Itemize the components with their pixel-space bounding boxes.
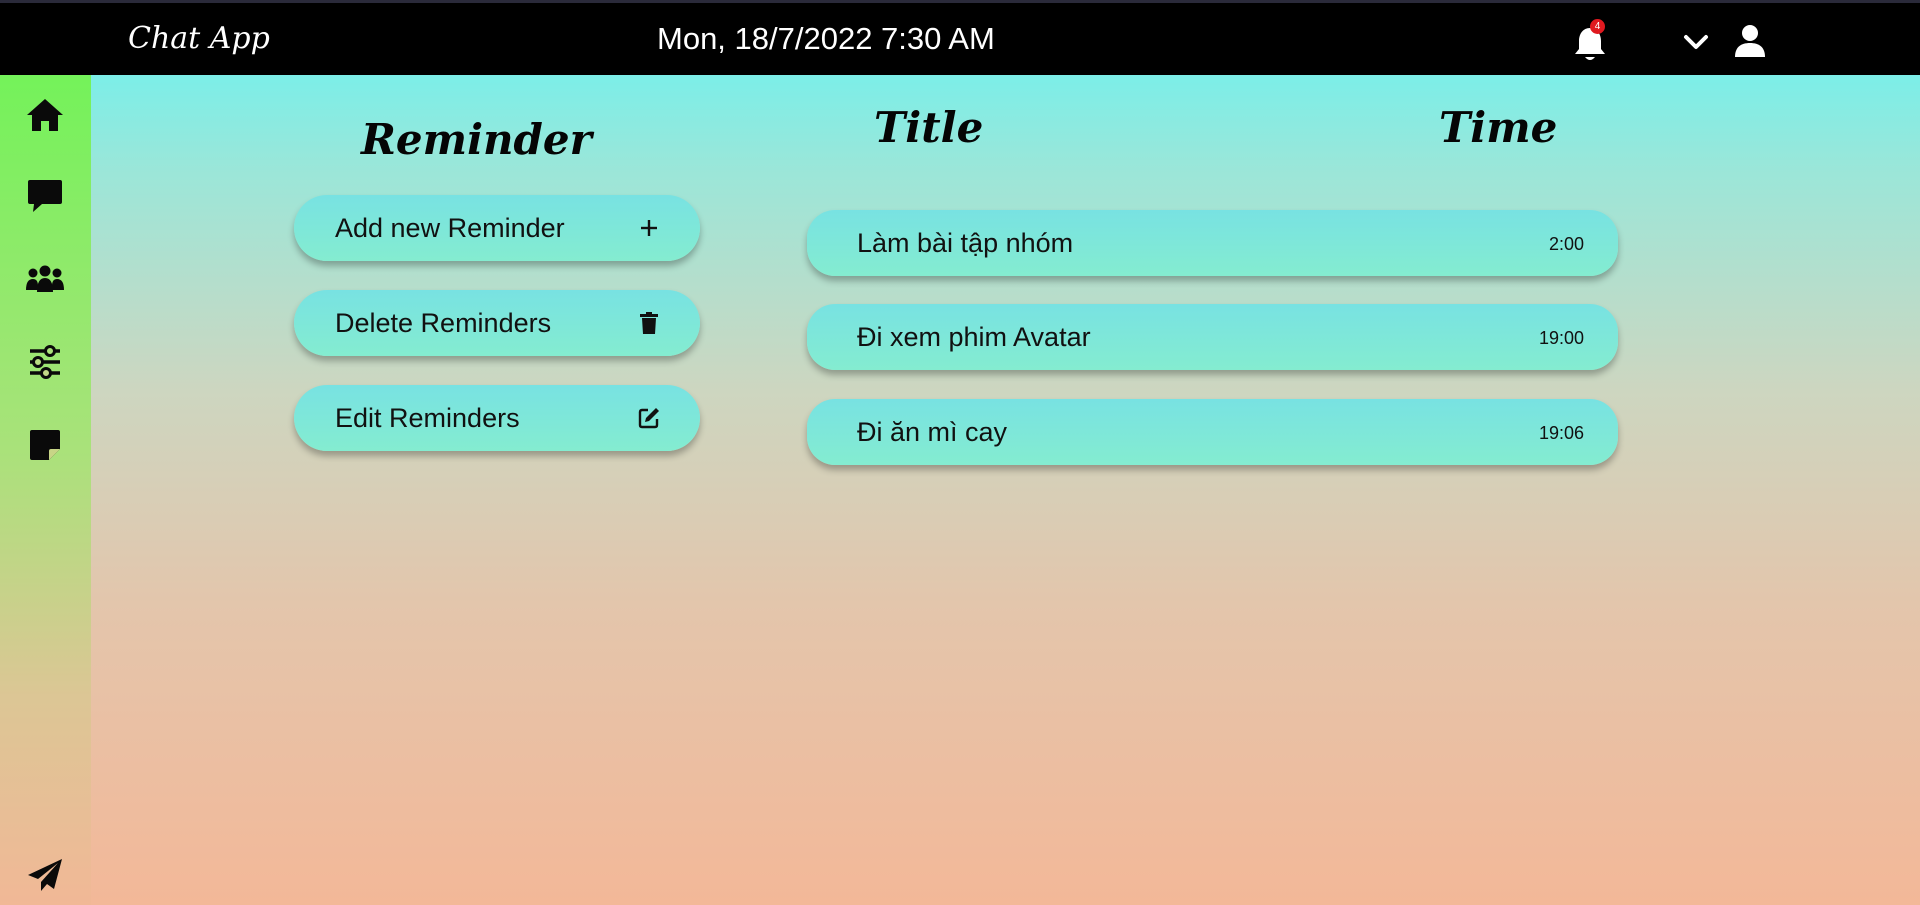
current-datetime: Mon, 18/7/2022 7:30 AM (657, 21, 995, 56)
notification-badge: 4 (1590, 19, 1605, 34)
reminder-title: Đi ăn mì cay (857, 417, 1008, 447)
reminder-time: 19:06 (1538, 423, 1584, 443)
reminder-row[interactable]: Đi ăn mì cay 19:06 (807, 399, 1618, 465)
sidebar (0, 75, 91, 905)
reminder-heading: Reminder (361, 115, 592, 164)
user-avatar-icon[interactable] (1733, 23, 1767, 59)
sticky-note-icon[interactable] (24, 425, 66, 465)
group-icon[interactable] (24, 259, 66, 299)
reminder-title: Đi xem phim Avatar (857, 322, 1091, 352)
delete-reminders-label: Delete Reminders (335, 308, 552, 338)
home-icon[interactable] (24, 95, 66, 135)
edit-icon (638, 408, 659, 429)
send-icon[interactable] (24, 855, 66, 895)
reminder-title: Làm bài tập nhóm (857, 228, 1074, 258)
reminder-row[interactable]: Làm bài tập nhóm 2:00 (807, 210, 1618, 276)
time-column-heading: Time (1439, 103, 1558, 152)
add-reminder-label: Add new Reminder (335, 213, 565, 243)
trash-icon (640, 312, 658, 334)
title-column-heading: Title (874, 103, 984, 152)
plus-icon (641, 220, 657, 236)
add-reminder-button[interactable]: Add new Reminder (294, 195, 700, 261)
chat-icon[interactable] (24, 175, 66, 215)
edit-reminders-label: Edit Reminders (335, 403, 520, 433)
app-brand[interactable]: Chat App (128, 21, 270, 56)
chevron-down-icon[interactable] (1682, 31, 1710, 53)
reminder-time: 19:00 (1538, 328, 1584, 348)
top-bar: Chat App Mon, 18/7/2022 7:30 AM 4 (0, 0, 1920, 75)
main-content: Reminder Title Time Add new Reminder Del… (91, 75, 1920, 905)
reminder-row[interactable]: Đi xem phim Avatar 19:00 (807, 304, 1618, 370)
delete-reminders-button[interactable]: Delete Reminders (294, 290, 700, 356)
reminder-time: 2:00 (1548, 234, 1584, 254)
edit-reminders-button[interactable]: Edit Reminders (294, 385, 700, 451)
settings-sliders-icon[interactable] (24, 342, 66, 382)
